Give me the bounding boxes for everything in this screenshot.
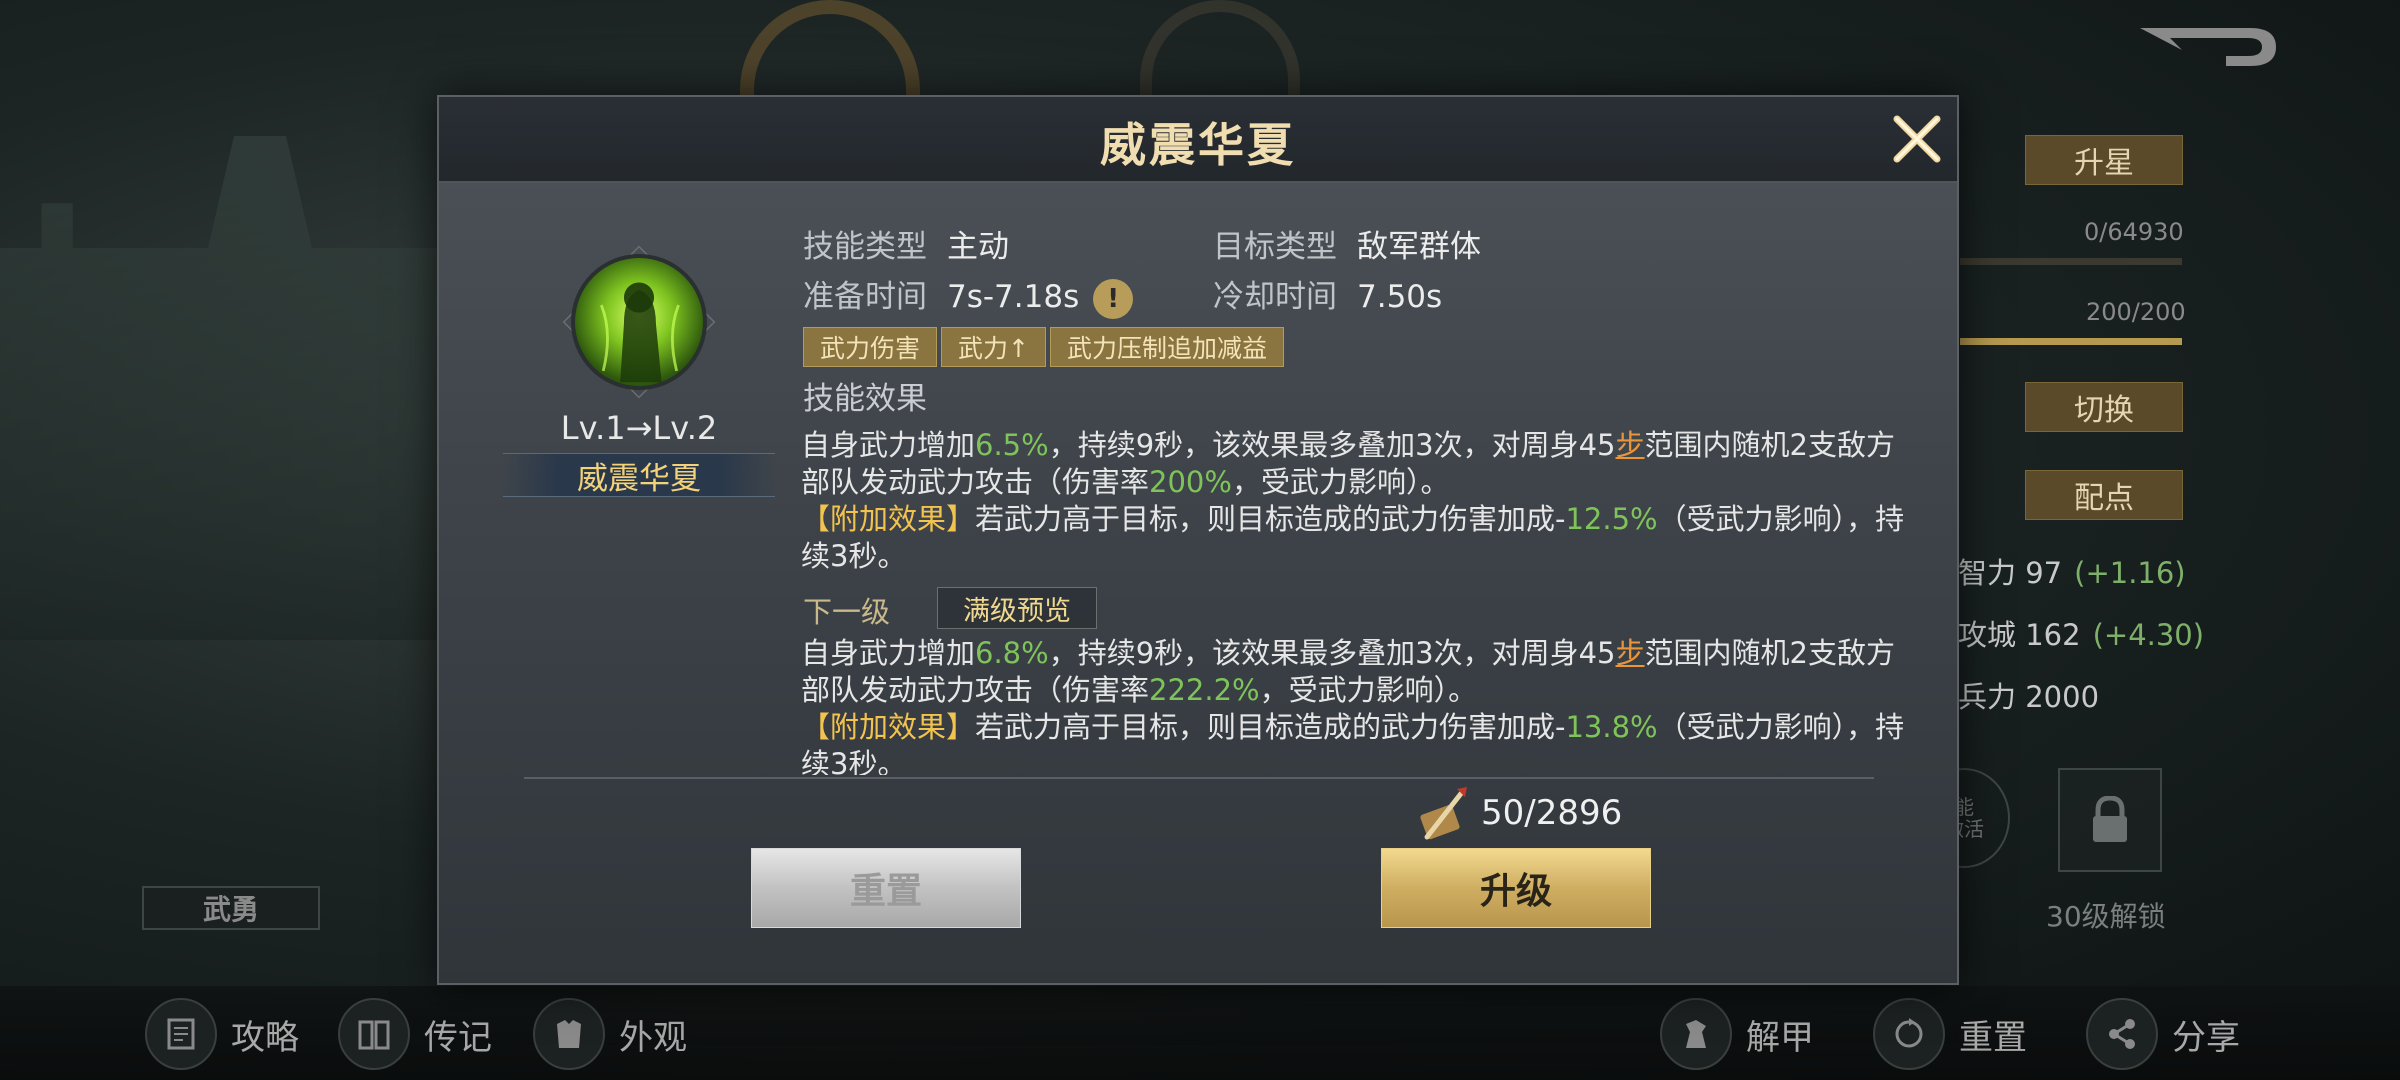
skill-type-label: 技能类型 — [803, 229, 927, 265]
stat-label: 兵力 2000 — [1958, 680, 2100, 714]
star-up-button[interactable]: 升星 — [2025, 135, 2183, 185]
effect-fragment: ，受武力影响）。 — [1259, 673, 1478, 707]
stat-bonus: (+1.16) — [2074, 556, 2186, 590]
nav-label: 分享 — [2172, 1017, 2240, 1058]
effect-fragment: 若武力高于目标，则目标造成的武力伤害加成- — [975, 710, 1566, 744]
upgrade-button[interactable]: 升级 — [1381, 848, 1651, 928]
nav-guide[interactable]: 攻略 — [145, 996, 299, 1072]
reset-button[interactable]: 重置 — [751, 848, 1021, 928]
nav-label: 攻略 — [231, 1017, 299, 1058]
prepare-time-value: 7s-7.18s — [947, 279, 1080, 315]
lock-icon — [2093, 796, 2127, 842]
cost-value: 50/2896 — [1481, 793, 1623, 833]
effect-fragment: 自身武力增加 — [801, 636, 976, 670]
nav-reset[interactable]: 重置 — [1873, 996, 2027, 1072]
exp-progress-text: 0/64930 — [2084, 218, 2184, 246]
skill-tag: 武力伤害 — [803, 327, 938, 367]
effect-value: 6.5% — [975, 428, 1049, 462]
skill-icon — [571, 254, 707, 390]
effect-value: 13.8% — [1565, 710, 1658, 744]
nav-share[interactable]: 分享 — [2086, 996, 2240, 1072]
effect-section-title: 技能效果 — [803, 381, 927, 417]
stamina-progress-text: 200/200 — [2086, 298, 2186, 326]
target-type-row: 目标类型 敌军群体 — [1213, 221, 1481, 266]
locked-slot[interactable] — [2058, 768, 2162, 872]
effect-fragment: ，持续9秒，该效果最多叠加3次，对周身45 — [1048, 428, 1616, 462]
effect-fragment: ，受武力影响）。 — [1231, 465, 1450, 499]
cooldown-value: 7.50s — [1357, 279, 1443, 315]
stat-troops: 兵力 2000 — [1958, 674, 2099, 716]
target-type-value: 敌军群体 — [1357, 229, 1481, 265]
exp-bar — [1960, 258, 2182, 265]
stamina-bar — [1960, 338, 2182, 345]
stat-bonus: (+4.30) — [2092, 618, 2205, 652]
effect-value: 6.8% — [975, 636, 1049, 670]
skill-name: 威震华夏 — [577, 460, 701, 497]
prepare-time-label: 准备时间 — [803, 279, 927, 315]
effect-value: 222.2% — [1149, 673, 1260, 707]
stat-label: 智力 97 — [1958, 556, 2063, 590]
next-effect-scroll-area[interactable]: 自身武力增加6.8%，持续9秒，该效果最多叠加3次，对周身45步范围内随机2支敌… — [439, 627, 1957, 775]
dialog-divider — [524, 777, 1874, 779]
effect-fragment: ，持续9秒，该效果最多叠加3次，对周身45 — [1048, 636, 1616, 670]
next-level-label: 下一级 — [803, 595, 891, 629]
back-button[interactable] — [2130, 20, 2280, 74]
allocate-button[interactable]: 配点 — [2025, 470, 2183, 520]
effect-value: 200% — [1149, 465, 1232, 499]
nav-label: 解甲 — [1746, 1017, 1814, 1058]
upgrade-cost: 50/2896 — [1413, 783, 1622, 843]
cooldown-row: 冷却时间 7.50s — [1213, 271, 1442, 316]
skill-level-text: Lv.1→Lv.2 — [560, 409, 718, 447]
skill-type-row: 技能类型 主动 — [803, 221, 1009, 266]
step-link[interactable]: 步 — [1616, 428, 1645, 462]
stat-intelligence: 智力 97 (+1.16) — [1958, 550, 2186, 592]
share-icon — [2086, 998, 2158, 1070]
target-type-label: 目标类型 — [1213, 229, 1337, 265]
nav-disarm[interactable]: 解甲 — [1660, 996, 1814, 1072]
close-button[interactable] — [1889, 111, 1945, 167]
nav-label: 外观 — [619, 1017, 687, 1058]
nav-biography[interactable]: 传记 — [338, 996, 492, 1072]
skill-type-value: 主动 — [947, 229, 1009, 265]
extra-effect-label: 【附加效果】 — [801, 710, 976, 744]
dialog-header: 威震华夏 — [439, 97, 1957, 183]
close-icon — [1893, 115, 1941, 163]
stat-label: 攻城 162 — [1958, 618, 2081, 652]
back-arrow-icon — [2140, 28, 2276, 66]
cooldown-label: 冷却时间 — [1213, 279, 1337, 315]
next-effect-text: 自身武力增加6.8%，持续9秒，该效果最多叠加3次，对周身45步范围内随机2支敌… — [801, 635, 1921, 775]
book-icon — [338, 998, 410, 1070]
skill-upgrade-dialog: 威震华夏 Lv.1→Lv.2 威震华夏 技能类型 主动 目标类型 敌军群体 准备时间… — [437, 95, 1959, 985]
hero-trait-tag: 武勇 — [142, 886, 320, 930]
nav-appearance[interactable]: 外观 — [533, 996, 687, 1072]
max-level-preview-button[interactable]: 满级预览 — [937, 587, 1097, 629]
current-effect-text: 自身武力增加6.5%，持续9秒，该效果最多叠加3次，对周身45步范围内随机2支敌… — [801, 427, 1921, 575]
skill-tag: 武力压制追加减益 — [1049, 327, 1284, 367]
scroll-icon — [145, 998, 217, 1070]
effect-fragment: 自身武力增加 — [801, 428, 976, 462]
reset-icon — [1873, 998, 1945, 1070]
skill-icon-frame — [562, 245, 716, 399]
armor-icon — [533, 998, 605, 1070]
skill-book-icon — [1420, 787, 1467, 840]
prepare-time-row: 准备时间 7s-7.18s! — [803, 271, 1134, 319]
effect-value: 12.5% — [1565, 502, 1658, 536]
skill-name-tag: 威震华夏 — [503, 453, 775, 497]
extra-effect-label: 【附加效果】 — [801, 502, 976, 536]
info-icon[interactable]: ! — [1093, 278, 1134, 319]
nav-label: 重置 — [1959, 1017, 2027, 1058]
effect-fragment: 若武力高于目标，则目标造成的武力伤害加成- — [975, 502, 1566, 536]
unlock-level-text: 30级解锁 — [2046, 900, 2166, 933]
stat-siege: 攻城 162 (+4.30) — [1958, 612, 2204, 654]
skill-tags: 武力伤害 武力↑ 武力压制追加减益 — [803, 327, 1284, 367]
skill-tag: 武力↑ — [941, 327, 1046, 367]
horse-icon — [1660, 998, 1732, 1070]
dialog-title: 威震华夏 — [1100, 118, 1296, 172]
nav-label: 传记 — [424, 1017, 492, 1058]
step-link[interactable]: 步 — [1616, 636, 1645, 670]
switch-button[interactable]: 切换 — [2025, 382, 2183, 432]
